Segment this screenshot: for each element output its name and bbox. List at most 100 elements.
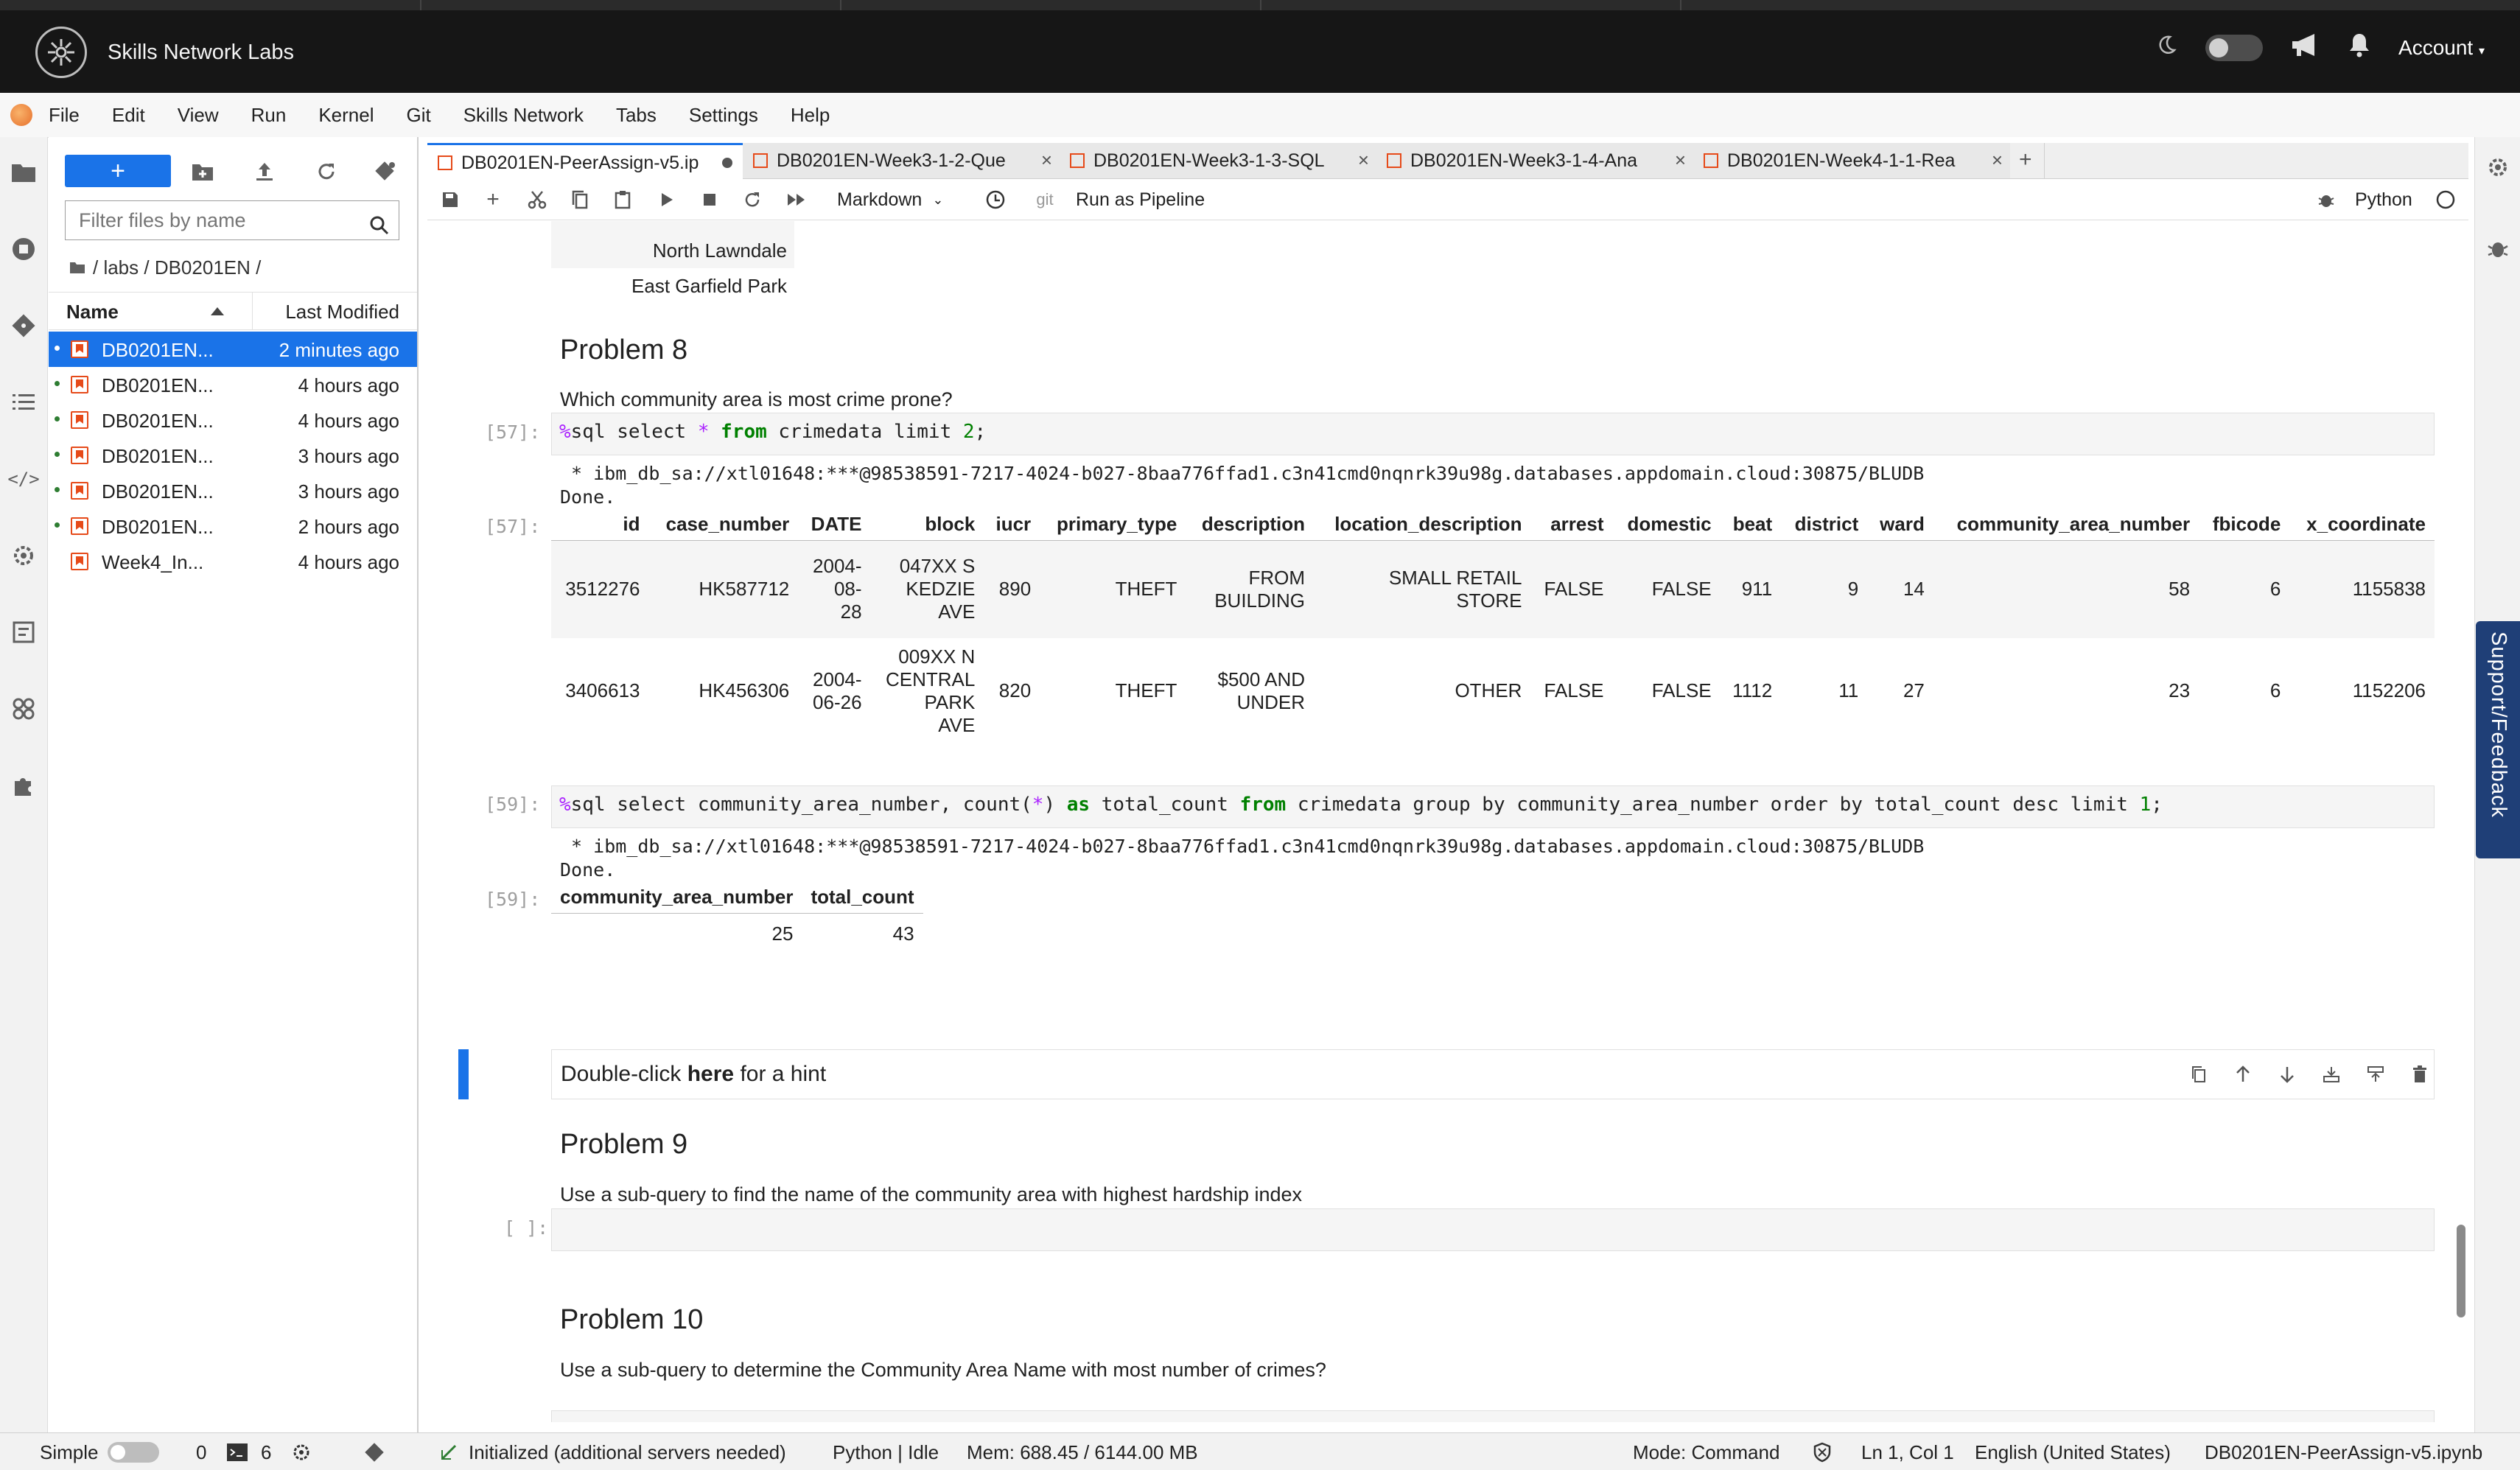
upload-icon[interactable]	[252, 159, 277, 184]
menu-help[interactable]: Help	[791, 104, 846, 127]
running-icon[interactable]	[9, 234, 38, 264]
folder-home-icon[interactable]	[69, 256, 85, 279]
menu-kernel[interactable]: Kernel	[318, 104, 390, 127]
file-row[interactable]: DB0201EN... 2 minutes ago	[49, 332, 417, 367]
cursor-position[interactable]: Ln 1, Col 1	[1861, 1441, 1954, 1464]
folder-icon[interactable]	[9, 158, 38, 187]
cell-type-select[interactable]: Markdown ⌄	[837, 187, 962, 212]
close-icon[interactable]: ×	[1992, 149, 2003, 172]
unsaved-dot-icon[interactable]	[722, 158, 732, 168]
code-cell-59[interactable]: %sql select community_area_number, count…	[551, 785, 2435, 828]
extensions-puzzle-icon[interactable]	[9, 771, 38, 800]
file-row[interactable]: DB0201EN... 4 hours ago	[49, 402, 417, 438]
git-icon[interactable]	[9, 311, 38, 340]
file-row[interactable]: DB0201EN... 3 hours ago	[49, 473, 417, 508]
clock-icon[interactable]	[983, 187, 1008, 212]
insert-cell-icon[interactable]: +	[480, 187, 505, 212]
table-row: 3512276 HK587712 2004- 08- 28 047XX S KE…	[551, 540, 2435, 638]
property-gear-icon[interactable]	[2485, 155, 2510, 183]
input-prompt: [59]:	[485, 794, 541, 815]
run-as-pipeline-button[interactable]: Run as Pipeline	[1076, 187, 1223, 212]
settings-gear-icon[interactable]	[9, 541, 38, 570]
bell-icon[interactable]	[2348, 32, 2370, 63]
insert-below-icon[interactable]	[2365, 1063, 2387, 1085]
file-row[interactable]: DB0201EN... 2 hours ago	[49, 508, 417, 544]
column-header: DATE	[798, 508, 871, 541]
delete-cell-icon[interactable]	[2409, 1063, 2431, 1085]
debugger-bug-icon[interactable]	[2314, 187, 2339, 212]
restart-icon[interactable]	[740, 187, 765, 212]
file-row[interactable]: DB0201EN... 3 hours ago	[49, 438, 417, 473]
close-icon[interactable]: ×	[1358, 149, 1369, 172]
save-icon[interactable]	[438, 187, 463, 212]
menu-tabs[interactable]: Tabs	[616, 104, 673, 127]
copy-icon[interactable]	[567, 187, 592, 212]
close-icon[interactable]: ×	[1675, 149, 1686, 172]
new-folder-icon[interactable]	[190, 159, 215, 184]
status-bar: Simple 0 6 Initialized (additional serve…	[0, 1432, 2520, 1470]
file-row[interactable]: Week4_In... 4 hours ago	[49, 544, 417, 579]
menu-skills-network[interactable]: Skills Network	[463, 104, 600, 127]
new-tab-button[interactable]: +	[2010, 143, 2045, 178]
notebook-scrollbar[interactable]	[2457, 1225, 2465, 1317]
duplicate-cell-icon[interactable]	[2188, 1063, 2210, 1085]
close-icon[interactable]: ×	[1041, 149, 1052, 172]
code-cell-57[interactable]: %sql select * from crimedata limit 2;	[551, 413, 2435, 455]
simple-mode-toggle[interactable]	[108, 1442, 159, 1463]
file-row[interactable]: DB0201EN... 4 hours ago	[49, 367, 417, 402]
elyra-components-icon[interactable]	[9, 694, 38, 724]
hint-link[interactable]: here	[687, 1062, 734, 1086]
support-feedback-tab[interactable]: Support/Feedback	[2476, 621, 2520, 858]
paste-icon[interactable]	[610, 187, 635, 212]
debugger-bug-icon[interactable]	[2487, 237, 2509, 263]
menu-edit[interactable]: Edit	[112, 104, 161, 127]
property-inspector-icon[interactable]	[9, 617, 38, 647]
tab-week3-1-2[interactable]: DB0201EN-Week3-1-2-Que ×	[743, 143, 1060, 178]
hint-markdown-cell[interactable]: Double-click here for a hint	[551, 1049, 2435, 1099]
terminal-count[interactable]: 0	[196, 1441, 206, 1464]
column-header: case_number	[648, 508, 799, 541]
run-icon[interactable]	[654, 187, 679, 212]
file-filter-input[interactable]: Filter files by name	[65, 200, 399, 240]
fast-forward-icon[interactable]	[784, 187, 809, 212]
menu-git[interactable]: Git	[406, 104, 447, 127]
move-up-icon[interactable]	[2232, 1063, 2254, 1085]
menu-view[interactable]: View	[178, 104, 235, 127]
tab-week3-1-3[interactable]: DB0201EN-Week3-1-3-SQL ×	[1060, 143, 1377, 178]
menu-file[interactable]: File	[49, 104, 96, 127]
git-label[interactable]: git	[1030, 187, 1060, 212]
column-header: beat	[1720, 508, 1782, 541]
table-cell: 009XX N CENTRAL PARK AVE	[885, 645, 976, 736]
git-clone-icon[interactable]	[373, 159, 398, 184]
cut-icon[interactable]	[525, 187, 550, 212]
column-name[interactable]: Name	[66, 301, 119, 323]
brand[interactable]: Skills Network Labs	[35, 27, 294, 78]
lsp-status[interactable]: Initialized (additional servers needed)	[469, 1441, 786, 1464]
column-last-modified[interactable]: Last Modified	[285, 301, 399, 323]
spellcheck-language[interactable]: English (United States)	[1975, 1441, 2171, 1464]
tab-peerassign[interactable]: DB0201EN-PeerAssign-v5.ip	[427, 143, 743, 179]
kernel-status[interactable]: Python | Idle	[833, 1441, 939, 1464]
menu-settings[interactable]: Settings	[689, 104, 774, 127]
account-menu[interactable]: Account ▾	[2398, 36, 2485, 60]
trusted-shield-icon[interactable]	[1813, 1442, 1832, 1468]
prev-output-row: North Lawndale	[551, 233, 794, 268]
dark-mode-toggle[interactable]	[2205, 34, 2264, 61]
menu-run[interactable]: Run	[251, 104, 303, 127]
stop-icon[interactable]	[697, 187, 722, 212]
git-status-icon[interactable]	[364, 1442, 385, 1468]
move-down-icon[interactable]	[2276, 1063, 2298, 1085]
partial-code-cell[interactable]	[551, 1410, 2435, 1422]
breadcrumb-path[interactable]: / labs / DB0201EN /	[93, 256, 261, 279]
tab-week3-1-4[interactable]: DB0201EN-Week3-1-4-Ana ×	[1376, 143, 1694, 178]
tab-week4-1-1[interactable]: DB0201EN-Week4-1-1-Rea ×	[1693, 143, 2011, 178]
megaphone-icon[interactable]	[2291, 32, 2320, 63]
table-of-contents-icon[interactable]	[9, 388, 38, 417]
kernel-count[interactable]: 6	[261, 1441, 271, 1464]
code-snippets-icon[interactable]: </>	[7, 464, 39, 494]
kernel-name[interactable]: Python	[2355, 187, 2429, 212]
insert-above-icon[interactable]	[2320, 1063, 2342, 1085]
refresh-icon[interactable]	[314, 159, 339, 184]
empty-code-cell[interactable]	[551, 1208, 2435, 1251]
new-launcher-button[interactable]: +	[65, 155, 171, 187]
